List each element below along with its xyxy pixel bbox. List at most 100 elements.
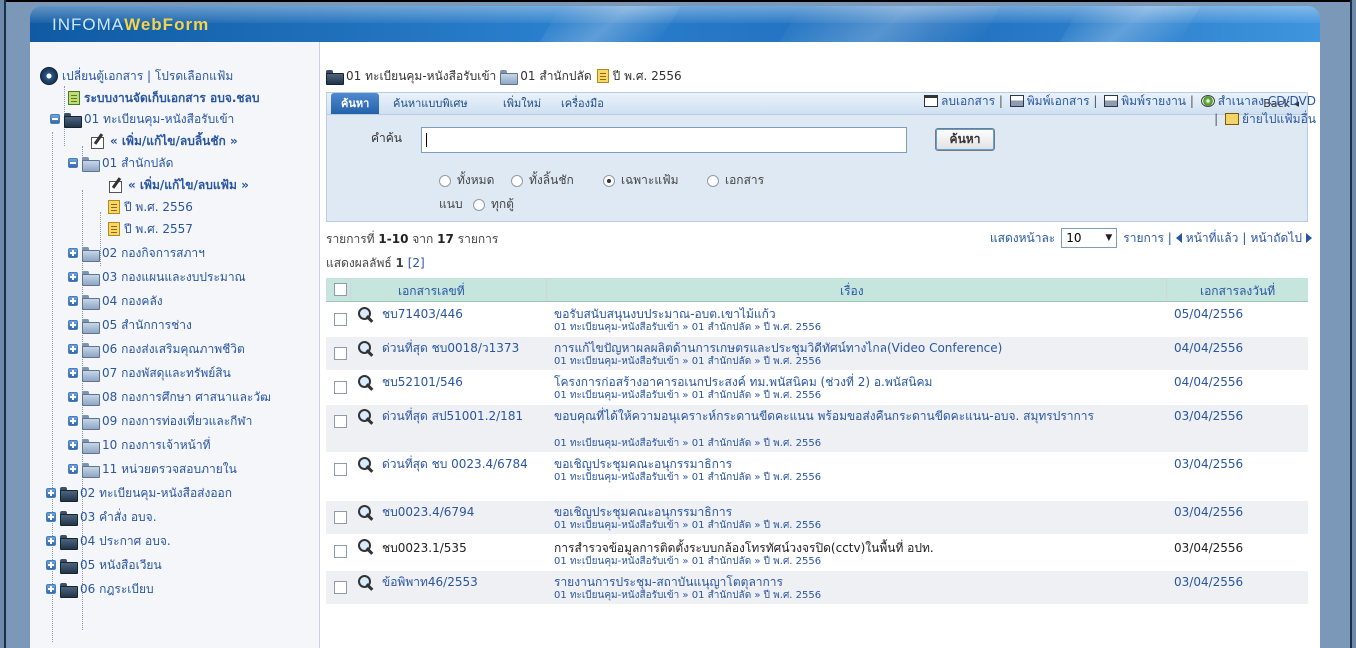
expand-icon[interactable] [46,560,56,570]
sidebar-item-label[interactable]: 05 สำนักการช่าง [102,316,192,335]
row-checkbox[interactable] [334,463,347,476]
row-docno[interactable]: ข้อพิพาท46/2553 [382,575,478,590]
sidebar-item-label[interactable]: 03 กองแผนและงบประมาณ [102,268,246,287]
sidebar-item-label[interactable]: 04 ประกาศ อบจ. [80,532,171,551]
sidebar-item-label[interactable]: 03 คำสั่ง อบจ. [80,508,157,527]
table-row[interactable]: ข้อพิพาท46/2553 รายงานการประชุม-สถาบันแน… [326,571,1308,605]
print-document-link[interactable]: พิมพ์เอกสาร [1027,94,1090,108]
row-checkbox[interactable] [334,313,347,326]
move-folder-link[interactable]: ย้ายไปแฟ้มอื่น [1242,112,1316,126]
sidebar-item-regulations[interactable]: 06 กฎระเบียบ [46,578,154,600]
sidebar-item-07[interactable]: 07 กองพัสดุและทรัพย์สิน [68,362,231,384]
table-row[interactable]: ชบ0023.4/6794 ขอเชิญประชุมคณะอนุกรรมาธิก… [326,501,1308,535]
sidebar-item-label[interactable]: 10 กองการเจ้าหน้าที่ [102,436,211,455]
scope-folder-radio[interactable]: เฉพาะแฟ้ม [603,171,679,190]
sidebar-item-label[interactable]: ปี พ.ศ. 2556 [124,198,193,217]
tab-advanced-search[interactable]: ค้นหาแบบพิเศษ [383,93,478,115]
sidebar-item-orders[interactable]: 03 คำสั่ง อบจ. [46,506,157,528]
sidebar-item-05[interactable]: 05 สำนักการช่าง [68,314,192,336]
breadcrumb-item[interactable]: 01 สำนักปลัด [520,67,591,86]
expand-icon[interactable] [46,488,56,498]
expand-icon[interactable] [68,464,78,474]
row-checkbox[interactable] [334,511,347,524]
view-icon[interactable] [358,307,374,323]
table-row[interactable]: ด่วนที่สุด สป51001.2/181 ขอบคุณที่ได้ให้… [326,405,1308,453]
sidebar-item-label[interactable]: 11 หน่วยตรวจสอบภายใน [102,460,237,479]
collapse-icon[interactable] [50,114,60,124]
sidebar-item-label[interactable]: 06 กองส่งเสริมคุณภาพชีวิต [102,340,245,359]
col-date-header[interactable]: เอกสารลงวันที่ [1200,282,1275,301]
row-docno[interactable]: ชบ0023.4/6794 [382,505,474,520]
sidebar-item-label[interactable]: 04 กองคลัง [102,292,163,311]
keyword-input[interactable] [421,127,907,153]
row-title[interactable]: การแก้ไขปัญหาผลผลิตด้านการเกษตรและประชุม… [554,341,1154,356]
expand-icon[interactable] [68,416,78,426]
sidebar-item-01-incoming[interactable]: 01 ทะเบียนคุม-หนังสือรับเข้า [50,108,234,130]
col-docno-header[interactable]: เอกสารเลขที่ [398,282,465,301]
row-title[interactable]: ขอรับสนับสนุนงบประมาณ-อบต.เขาไม้แก้ว [554,307,1154,322]
expand-icon[interactable] [68,440,78,450]
row-docno[interactable]: ด่วนที่สุด ชบ 0023.4/6784 [382,457,542,472]
sidebar-item-08[interactable]: 08 กองการศึกษา ศาสนาและวัฒ [68,386,271,408]
expand-icon[interactable] [46,584,56,594]
row-docno[interactable]: ด่วนที่สุด สป51001.2/181 [382,409,523,424]
sidebar-item-label[interactable]: « เพิ่ม/แก้ไข/ลบลิ้นชัก » [110,132,238,151]
sidebar-item-label[interactable]: 06 กฎระเบียบ [80,580,154,599]
scope-all-radio[interactable]: ทั้งหมด [439,171,494,190]
view-icon[interactable] [358,341,374,357]
sidebar-item-label[interactable]: 08 กองการศึกษา ศาสนาและวัฒ [102,388,271,407]
sidebar-item-06[interactable]: 06 กองส่งเสริมคุณภาพชีวิต [68,338,245,360]
row-title[interactable]: การสำรวจข้อมูลการติดตั้งระบบกล้องโทรทัศน… [554,541,1154,556]
search-button[interactable]: ค้นหา [935,128,995,151]
row-title[interactable]: ขอเชิญประชุมคณะอนุกรรมาธิการ [554,505,1154,520]
table-row[interactable]: ด่วนที่สุด ชบ 0023.4/6784 ขอเชิญประชุมคณ… [326,453,1308,501]
sidebar-item-year-2557[interactable]: ปี พ.ศ. 2557 [104,218,193,240]
view-icon[interactable] [358,375,374,391]
sidebar-item-label[interactable]: 01 ทะเบียนคุม-หนังสือรับเข้า [84,110,234,129]
change-cabinet-label[interactable]: เปลี่ยนตู้เอกสาร | โปรดเลือกแฟ้ม [62,67,233,86]
row-title[interactable]: รายงานการประชุม-สถาบันแนุญาโตตุลาการ [554,575,1154,590]
prev-page-link[interactable]: หน้าที่แล้ว [1186,229,1239,248]
table-row[interactable]: ชบ52101/546 โครงการก่อสร้างอาคารอเนกประส… [326,371,1308,405]
row-checkbox[interactable] [334,415,347,428]
row-title[interactable]: โครงการก่อสร้างอาคารอเนกประสงค์ ทม.พนัสน… [554,375,1154,390]
row-docno[interactable]: ชบ0023.1/535 [382,541,467,556]
sidebar-item-outgoing[interactable]: 02 ทะเบียนคุม-หนังสือส่งออก [46,482,232,504]
change-cabinet-link[interactable]: เปลี่ยนตู้เอกสาร | โปรดเลือกแฟ้ม [40,65,233,87]
expand-icon[interactable] [46,512,56,522]
tab-search[interactable]: ค้นหา [331,93,380,115]
system-title[interactable]: ระบบงานจัดเก็บเอกสาร อบจ.ชลบ [84,89,260,108]
expand-icon[interactable] [68,248,78,258]
page-2-link[interactable]: [2] [408,256,425,270]
sidebar-item-label[interactable]: 02 กองกิจการสภาฯ [102,244,205,263]
scope-document-radio[interactable]: เอกสาร [707,171,764,190]
expand-icon[interactable] [68,296,78,306]
sidebar-item-label[interactable]: 01 สำนักปลัด [102,154,173,173]
row-title[interactable]: ขอเชิญประชุมคณะอนุกรรมาธิการ [554,457,1154,472]
sidebar-item-label[interactable]: « เพิ่ม/แก้ไข/ลบแฟ้ม » [128,176,249,195]
row-checkbox[interactable] [334,381,347,394]
delete-document-link[interactable]: ลบเอกสาร [941,94,995,108]
expand-icon[interactable] [68,344,78,354]
sidebar-item-edit-folder[interactable]: « เพิ่ม/แก้ไข/ลบแฟ้ม » [104,174,249,196]
view-icon[interactable] [358,575,374,591]
sidebar-item-circulars[interactable]: 05 หนังสือเวียน [46,554,162,576]
table-row[interactable]: ด่วนที่สุด ชบ0018/ว1373 การแก้ไขปัญหาผลผ… [326,337,1308,371]
sidebar-item-09[interactable]: 09 กองการท่องเที่ยวและกีฬา [68,410,252,432]
sidebar-item-announcements[interactable]: 04 ประกาศ อบจ. [46,530,171,552]
view-icon[interactable] [358,457,374,473]
sidebar-item-label[interactable]: 09 กองการท่องเที่ยวและกีฬา [102,412,252,431]
app-logo[interactable]: INFOMAWebForm [52,15,209,35]
tree-root[interactable]: ระบบงานจัดเก็บเอกสาร อบจ.ชลบ [64,87,260,109]
sidebar-item-label[interactable]: 05 หนังสือเวียน [80,556,162,575]
row-checkbox[interactable] [334,347,347,360]
expand-icon[interactable] [68,272,78,282]
table-row[interactable]: ชบ0023.1/535 การสำรวจข้อมูลการติดตั้งระบ… [326,535,1308,571]
sidebar-item-label[interactable]: 07 กองพัสดุและทรัพย์สิน [102,364,231,383]
table-row[interactable]: ชบ71403/446 ขอรับสนับสนุนงบประมาณ-อบต.เข… [326,303,1308,337]
attach-all-radio[interactable]: ทุกตู้ [473,195,514,214]
print-report-link[interactable]: พิมพ์รายงาน [1121,94,1186,108]
row-checkbox[interactable] [334,581,347,594]
tab-add-new[interactable]: เพิ่มใหม่ [493,93,551,115]
view-icon[interactable] [358,505,374,521]
